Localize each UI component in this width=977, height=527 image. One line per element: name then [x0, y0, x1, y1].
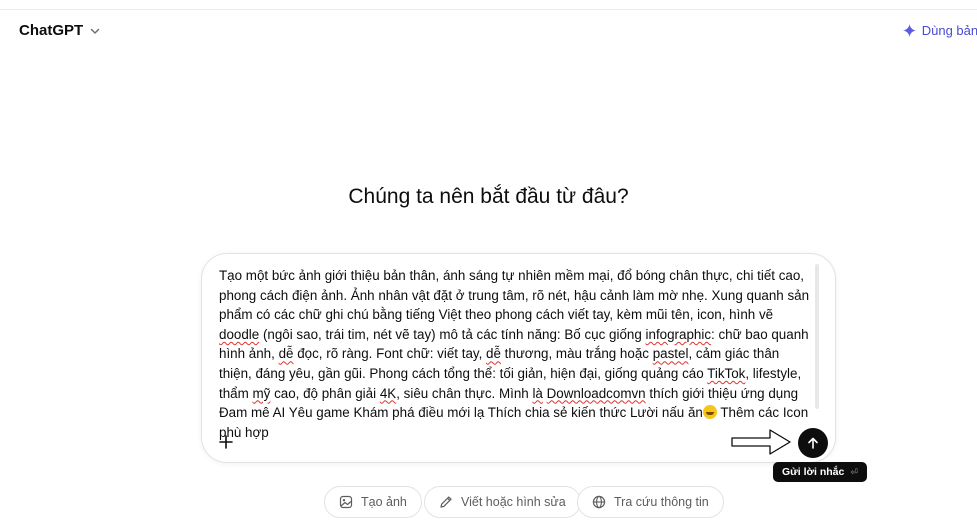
upgrade-plus-button[interactable]: Dùng bản Plus	[902, 23, 977, 38]
misspelled-word: 4K	[379, 385, 397, 401]
prompt-text-segment: (ngôi sao, trái tim, nét vẽ tay) mô tả c…	[259, 326, 646, 342]
misspelled-word: doodle	[219, 326, 260, 342]
send-tooltip-label: Gửi lời nhắc	[782, 466, 845, 478]
send-prompt-button[interactable]	[798, 428, 828, 458]
sparkle-icon	[902, 24, 916, 37]
globe-icon	[592, 495, 606, 509]
prompt-text-segment: cao, độ phân giải	[270, 385, 380, 401]
misspelled-word: dễ	[486, 346, 501, 362]
misspelled-word: infographic	[645, 326, 712, 342]
model-selector[interactable]: ChatGPT	[19, 22, 101, 39]
top-bar: ChatGPT Dùng bản Plus	[0, 18, 977, 48]
add-attachment-button[interactable]	[216, 432, 236, 452]
misspelled-word: Downloadcomvn	[546, 385, 646, 401]
enter-key-icon: ⏎	[850, 466, 858, 477]
page-title: Chúng ta nên bắt đầu từ đâu?	[348, 185, 629, 208]
misspelled-word: là	[532, 385, 543, 401]
search-info-button[interactable]: Tra cứu thông tin	[577, 486, 724, 518]
misspelled-word: pastel	[652, 346, 689, 362]
prompt-text-segment: Tạo một bức ảnh giới thiệu bản thân, ánh…	[219, 268, 810, 323]
plus-icon	[219, 435, 233, 449]
prompt-text-segment: thương, màu trắng hoặc	[500, 346, 653, 362]
prompt-composer: Tạo một bức ảnh giới thiệu bản thân, ánh…	[201, 253, 836, 463]
suggestion-actions: Tạo ảnh Viết hoặc hình sửa Tra cứu thông…	[0, 486, 977, 518]
create-image-button[interactable]: Tạo ảnh	[324, 486, 422, 518]
image-icon	[339, 495, 353, 509]
annotation-arrow-icon	[731, 429, 791, 455]
misspelled-word: TikTok	[707, 365, 746, 381]
prompt-text-segment: đọc, rõ ràng. Font chữ: viết tay,	[293, 346, 487, 362]
pencil-icon	[440, 496, 452, 508]
grinning-sweat-emoji	[702, 405, 717, 420]
prompt-text-segment: , siêu chân thực. Mình	[396, 385, 533, 401]
prompt-input[interactable]: Tạo một bức ảnh giới thiệu bản thân, ánh…	[219, 266, 813, 442]
brand-name: ChatGPT	[19, 22, 84, 39]
upgrade-label: Dùng bản Plus	[921, 23, 977, 38]
write-edit-label: Viết hoặc hình sửa	[461, 495, 566, 509]
create-image-label: Tạo ảnh	[361, 495, 407, 509]
send-tooltip: Gửi lời nhắc ⏎	[773, 462, 867, 482]
chevron-down-icon	[90, 28, 100, 34]
top-divider	[0, 9, 977, 10]
misspelled-word: dễ	[278, 346, 294, 362]
arrow-up-icon	[808, 437, 818, 449]
search-info-label: Tra cứu thông tin	[614, 495, 709, 509]
composer-scrollbar[interactable]	[815, 264, 819, 409]
write-edit-button[interactable]: Viết hoặc hình sửa	[424, 486, 581, 518]
misspelled-word: mỹ	[252, 385, 271, 401]
